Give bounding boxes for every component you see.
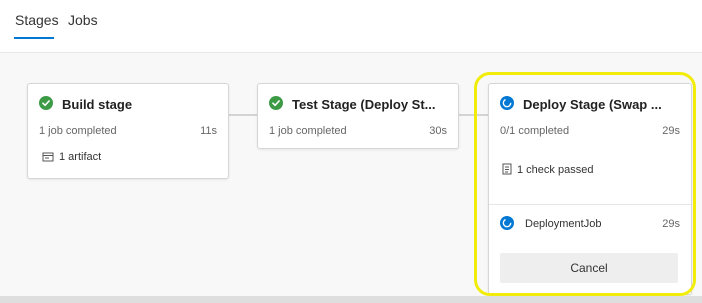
horizontal-scrollbar[interactable] (0, 296, 702, 303)
in-progress-icon (500, 96, 514, 110)
artifact-count[interactable]: 1 artifact (59, 151, 101, 163)
stage-connector (458, 114, 488, 116)
stage-duration: 29s (662, 125, 680, 137)
tab-stages[interactable]: Stages (15, 12, 59, 28)
stage-card-deploy[interactable]: Deploy Stage (Swap ... 0/1 completed 29s… (488, 83, 692, 295)
artifact-icon (42, 152, 54, 162)
check-status[interactable]: 1 check passed (517, 164, 593, 176)
stage-title: Deploy Stage (Swap ... (523, 97, 662, 112)
in-progress-icon (500, 216, 514, 230)
job-name: DeploymentJob (525, 218, 602, 230)
stage-duration: 11s (200, 125, 217, 137)
stage-card-test[interactable]: Test Stage (Deploy St... 1 job completed… (257, 83, 459, 149)
stage-summary: 1 job completed (269, 125, 347, 137)
tab-bar: Stages Jobs (0, 0, 702, 53)
stage-summary: 0/1 completed (500, 125, 570, 137)
check-circle-icon (269, 96, 283, 110)
stage-duration: 30s (429, 125, 447, 137)
cancel-button[interactable]: Cancel (500, 253, 678, 283)
job-duration: 29s (662, 218, 680, 230)
active-tab-indicator (14, 37, 54, 39)
stage-title: Build stage (62, 97, 133, 112)
checklist-icon (502, 163, 512, 175)
stage-card-build[interactable]: Build stage 1 job completed 11s 1 artifa… (27, 83, 229, 179)
stage-summary: 1 job completed (39, 125, 117, 137)
stage-title: Test Stage (Deploy St... (292, 97, 436, 112)
card-divider (489, 204, 691, 205)
check-circle-icon (39, 96, 53, 110)
tab-jobs[interactable]: Jobs (68, 12, 98, 28)
stage-connector (228, 114, 258, 116)
